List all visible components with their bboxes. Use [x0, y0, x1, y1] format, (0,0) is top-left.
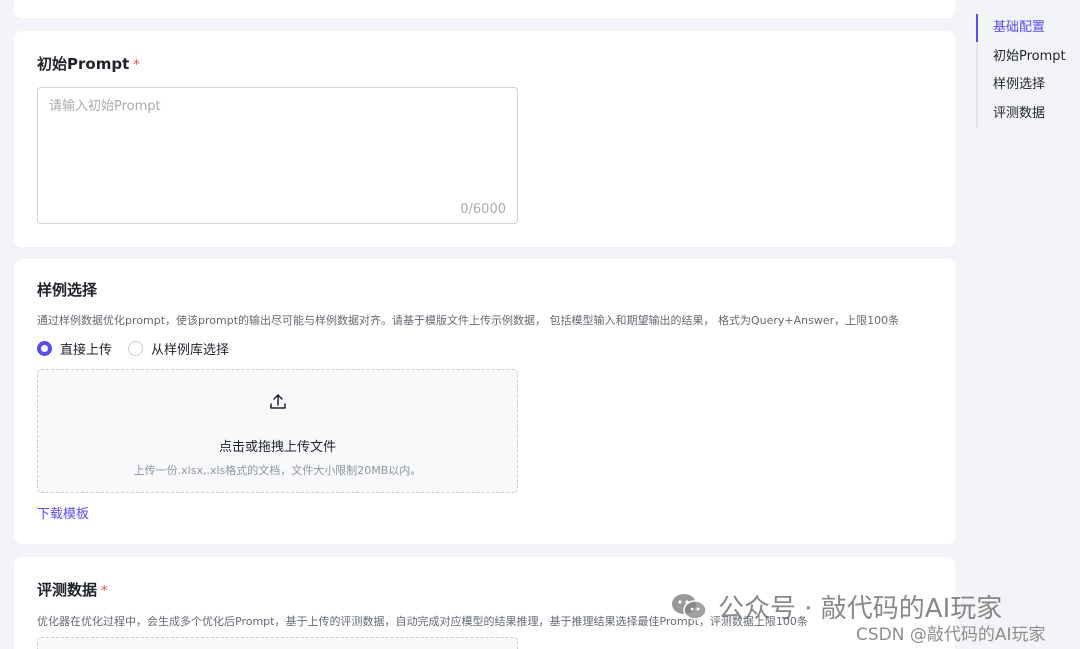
upload-icon [270, 394, 286, 409]
wechat-icon [672, 593, 707, 620]
anchor-item-initial-prompt[interactable]: 初始Prompt [978, 43, 1076, 72]
anchor-item-eval-data[interactable]: 评测数据 [978, 100, 1076, 129]
radio-checked-icon [37, 341, 52, 356]
char-counter: 0/6000 [460, 202, 506, 217]
upload-mode-radio-group: 直接上传 从样例库选择 [37, 339, 245, 358]
upload-hint: 上传一份.xlsx,.xls格式的文档，文件大小限制20MB以内。 [133, 464, 422, 477]
section-title-eval-text: 评测数据 [37, 581, 98, 599]
card-sample-selection: 样例选择 通过样例数据优化prompt，使该prompt的输出尽可能与样例数据对… [14, 259, 955, 544]
required-mark: * [101, 584, 108, 599]
eval-upload-dropzone[interactable] [37, 637, 518, 649]
section-title-eval: 评测数据 * [37, 579, 108, 600]
sample-description: 通过样例数据优化prompt，使该prompt的输出尽可能与样例数据对齐。请基于… [37, 314, 900, 327]
prompt-placeholder: 请输入初始Prompt [49, 99, 161, 114]
required-mark: * [133, 58, 140, 73]
download-template-link[interactable]: 下载模板 [37, 503, 89, 522]
section-title-sample: 样例选择 [37, 281, 98, 299]
anchor-nav: 基础配置 初始Prompt 样例选择 评测数据 [976, 14, 1076, 128]
section-title-prompt-text: 初始Prompt [37, 55, 130, 73]
anchor-item-sample-selection[interactable]: 样例选择 [978, 71, 1076, 100]
prompt-textarea[interactable]: 请输入初始Prompt 0/6000 [37, 87, 518, 224]
radio-unchecked-icon [128, 341, 144, 356]
radio-label: 从样例库选择 [151, 343, 230, 358]
radio-label: 直接上传 [60, 343, 113, 358]
radio-direct-upload[interactable]: 直接上传 [37, 339, 112, 358]
anchor-item-basic-config[interactable]: 基础配置 [978, 14, 1076, 43]
anchor-active-indicator [976, 14, 978, 42]
radio-from-library[interactable]: 从样例库选择 [128, 339, 229, 358]
card-initial-prompt: 初始Prompt * 请输入初始Prompt 0/6000 [14, 31, 955, 247]
card-basic-config [14, 0, 955, 18]
upload-title: 点击或拖拽上传文件 [218, 440, 336, 455]
watermark-sub-text: CSDN @敲代码的AI玩家 [856, 625, 1046, 645]
section-title-prompt: 初始Prompt * [37, 53, 140, 74]
file-upload-dropzone[interactable]: 点击或拖拽上传文件 上传一份.xlsx,.xls格式的文档，文件大小限制20MB… [37, 369, 518, 493]
